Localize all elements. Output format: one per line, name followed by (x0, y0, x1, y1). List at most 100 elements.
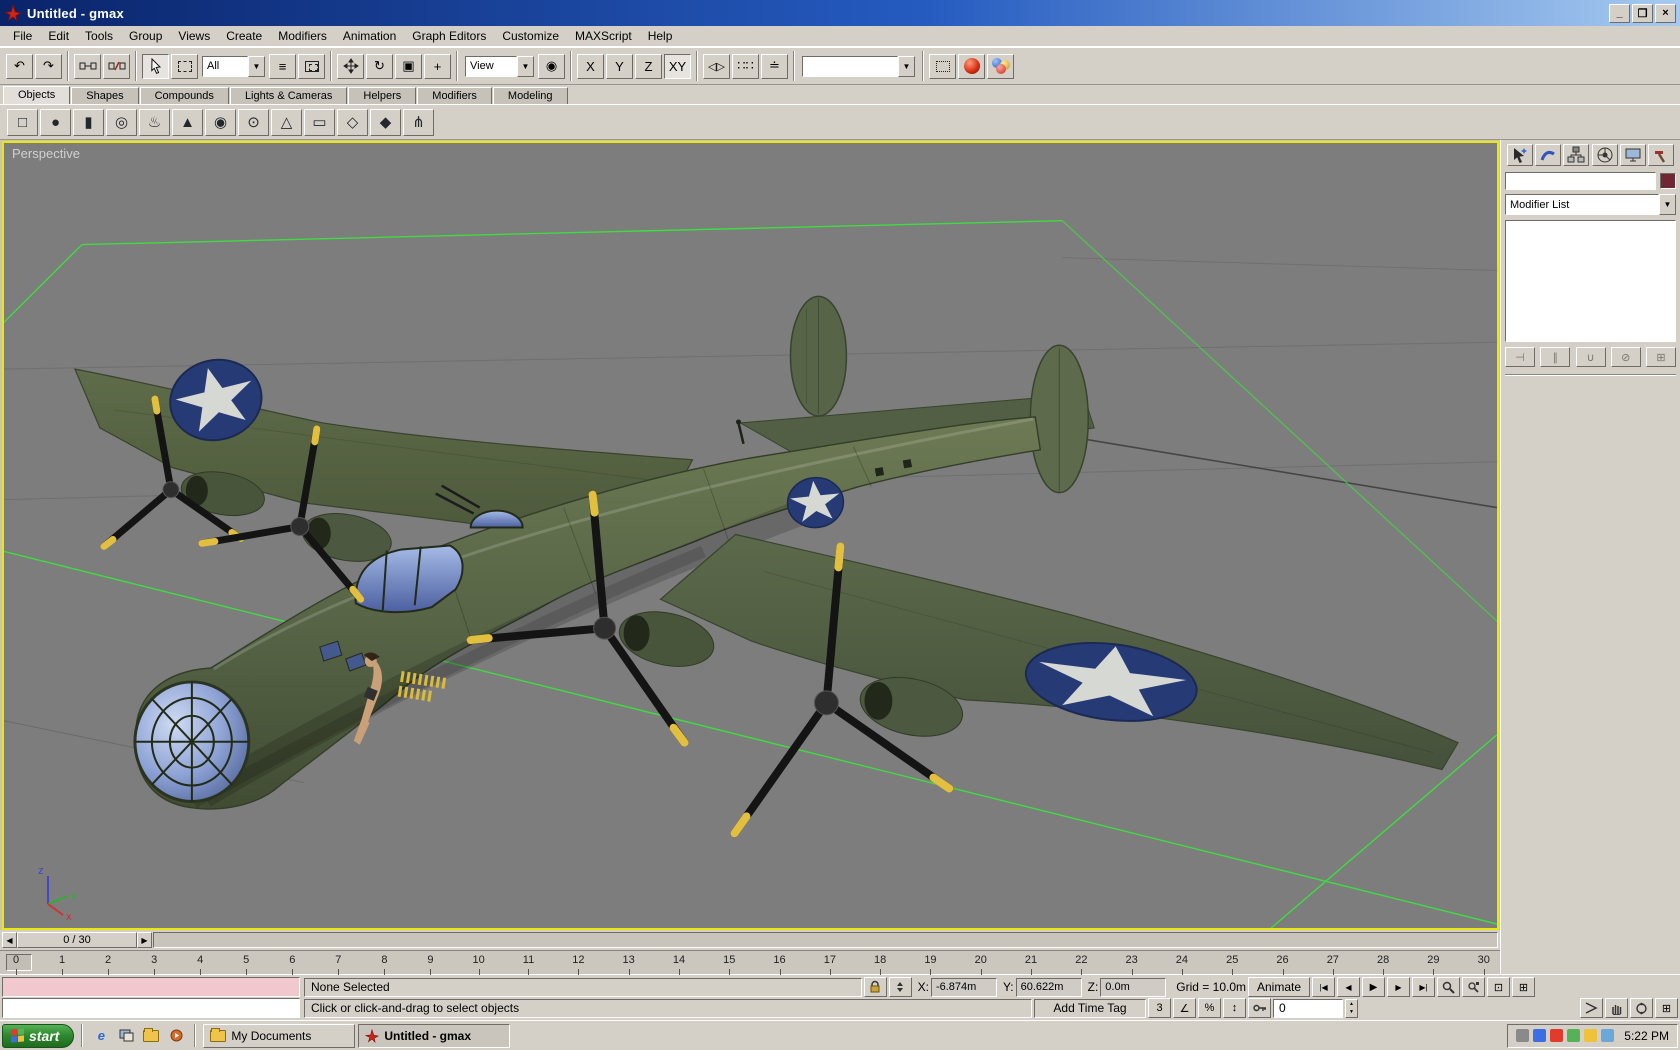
material-navigator-button[interactable] (987, 53, 1014, 79)
zoom-extents-all-button[interactable]: ⊞ (1512, 977, 1535, 997)
chevron-down-icon[interactable]: ▼ (248, 55, 265, 77)
align-button[interactable]: ≐ (761, 53, 788, 79)
sphere-icon[interactable]: ● (40, 108, 71, 136)
zoom-extents-button[interactable]: ⊡ (1487, 977, 1510, 997)
current-frame-field[interactable]: 0 (1273, 998, 1343, 1018)
angle-snap-toggle[interactable]: ∠ (1173, 998, 1196, 1018)
menu-item[interactable]: Graph Editors (404, 27, 494, 45)
quadpatch-icon[interactable]: ◇ (337, 108, 368, 136)
quicklaunch-ie-icon[interactable]: e (90, 1025, 112, 1047)
arc-rotate-button[interactable] (1630, 998, 1653, 1018)
modify-tab[interactable] (1535, 144, 1562, 166)
modifier-stack-list[interactable] (1505, 220, 1676, 342)
rectangular-selection-region-button[interactable] (171, 53, 198, 79)
quicklaunch-show-desktop-icon[interactable] (115, 1025, 137, 1047)
menu-item[interactable]: Edit (40, 27, 77, 45)
unlink-selection-button[interactable] (103, 53, 130, 79)
x-coord-field[interactable]: -6.874m (930, 977, 997, 997)
spinner-down-icon[interactable]: ▼ (1346, 1008, 1357, 1017)
tray-update-icon[interactable] (1567, 1029, 1581, 1042)
tube-icon[interactable]: ⊙ (238, 108, 269, 136)
field-of-view-button[interactable] (1580, 998, 1603, 1018)
spinner-up-icon[interactable]: ▲ (1346, 1000, 1357, 1009)
menu-item[interactable]: MAXScript (567, 27, 640, 45)
next-frame-button[interactable]: ▶ (1387, 977, 1410, 997)
restrict-z-button[interactable]: Z (635, 53, 662, 79)
menu-item[interactable]: Customize (494, 27, 567, 45)
box-icon[interactable]: □ (7, 108, 38, 136)
mirror-button[interactable]: ◁▷ (703, 53, 730, 79)
track-bar[interactable]: 0 1 2 3 4 5 6 7 8 9 10 11 12 13 14 15 16 17 18 19 20 21 22 23 24… (0, 950, 1500, 975)
motion-tab[interactable] (1591, 144, 1618, 166)
display-tab[interactable] (1619, 144, 1646, 166)
zoom-all-button[interactable] (1462, 977, 1485, 997)
menu-item[interactable]: Create (218, 27, 270, 45)
menu-item[interactable]: Help (640, 27, 681, 45)
spinner-snap-toggle[interactable]: ↕ (1223, 998, 1246, 1018)
viewport-canvas[interactable] (4, 143, 1497, 928)
tab-lights-cameras[interactable]: Lights & Cameras (229, 87, 348, 104)
object-name-field[interactable] (1505, 172, 1656, 190)
show-end-result-button[interactable]: ∥ (1540, 347, 1571, 367)
teapot-icon[interactable]: ♨ (139, 108, 170, 136)
play-button[interactable]: ▶ (1362, 977, 1385, 997)
menu-item[interactable]: Group (121, 27, 170, 45)
task-untitled-gmax[interactable]: Untitled - gmax (358, 1023, 511, 1048)
quicklaunch-documents-icon[interactable] (140, 1025, 162, 1047)
modifier-list-dropdown[interactable]: Modifier List ▼ (1505, 194, 1676, 215)
chevron-down-icon[interactable]: ▼ (1659, 194, 1676, 215)
select-by-name-button[interactable]: ≡ (269, 53, 296, 79)
close-button[interactable]: × (1655, 3, 1676, 23)
select-and-move-button[interactable] (337, 53, 364, 79)
select-and-manipulate-button[interactable]: + (424, 53, 451, 79)
time-slider-track[interactable] (153, 932, 1498, 948)
go-to-start-button[interactable]: |◀ (1312, 977, 1335, 997)
chevron-down-icon[interactable]: ▼ (517, 55, 534, 77)
min-max-viewport-toggle[interactable]: ⊞ (1655, 998, 1678, 1018)
menu-item[interactable]: Animation (335, 27, 404, 45)
named-selection-sets-combo[interactable]: ▼ (802, 55, 915, 77)
zoom-button[interactable] (1437, 977, 1460, 997)
z-coord-field[interactable]: 0.0m (1100, 977, 1167, 997)
go-to-end-button[interactable]: ▶| (1412, 977, 1435, 997)
tab-helpers[interactable]: Helpers (348, 87, 417, 104)
menu-item[interactable]: Tools (77, 27, 121, 45)
menu-item[interactable]: Modifiers (270, 27, 335, 45)
start-button[interactable]: start (2, 1023, 75, 1048)
y-coord-field[interactable]: 60.622m (1015, 977, 1082, 997)
tray-messenger-icon[interactable] (1584, 1029, 1598, 1042)
geosphere-icon[interactable]: ◉ (205, 108, 236, 136)
create-tab[interactable] (1507, 144, 1533, 166)
restrict-x-button[interactable]: X (577, 53, 604, 79)
animate-button[interactable]: Animate (1248, 977, 1310, 997)
restrict-xy-plane-button[interactable]: XY (664, 53, 691, 79)
pin-stack-button[interactable]: ⊣ (1505, 347, 1535, 367)
chevron-down-icon[interactable]: ▼ (898, 55, 915, 77)
redo-button[interactable]: ↷ (35, 53, 62, 79)
quicklaunch-media-icon[interactable] (165, 1025, 187, 1047)
listener-macro-row[interactable] (2, 977, 300, 997)
pyramid-icon[interactable]: △ (271, 108, 302, 136)
pan-button[interactable] (1605, 998, 1628, 1018)
hierarchy-tab[interactable] (1563, 144, 1590, 166)
aircraft-model[interactable] (73, 295, 1459, 838)
tray-display-icon[interactable] (1601, 1029, 1615, 1042)
tab-modifiers[interactable]: Modifiers (417, 87, 492, 104)
window-crossing-toggle[interactable] (298, 53, 325, 79)
select-and-link-button[interactable] (74, 53, 101, 79)
tab-objects[interactable]: Objects (3, 86, 71, 104)
minimize-button[interactable]: _ (1609, 3, 1630, 23)
cone-icon[interactable]: ▲ (172, 108, 203, 136)
utilities-tab[interactable] (1647, 144, 1674, 166)
time-slider-left-arrow[interactable]: ◀ (2, 932, 17, 948)
listener-script-row[interactable] (2, 998, 300, 1018)
reference-coordinate-system-combo[interactable]: View ▼ (465, 55, 534, 77)
plane-icon[interactable]: ▭ (304, 108, 335, 136)
previous-frame-button[interactable]: ◀ (1337, 977, 1360, 997)
object-color-swatch[interactable] (1660, 173, 1676, 189)
frame-spinner[interactable]: ▲ ▼ (1345, 998, 1358, 1018)
material-editor-button[interactable] (958, 53, 985, 79)
absolute-offset-toggle[interactable] (888, 977, 912, 997)
menu-item[interactable]: Views (170, 27, 218, 45)
key-mode-toggle[interactable] (1248, 998, 1271, 1018)
